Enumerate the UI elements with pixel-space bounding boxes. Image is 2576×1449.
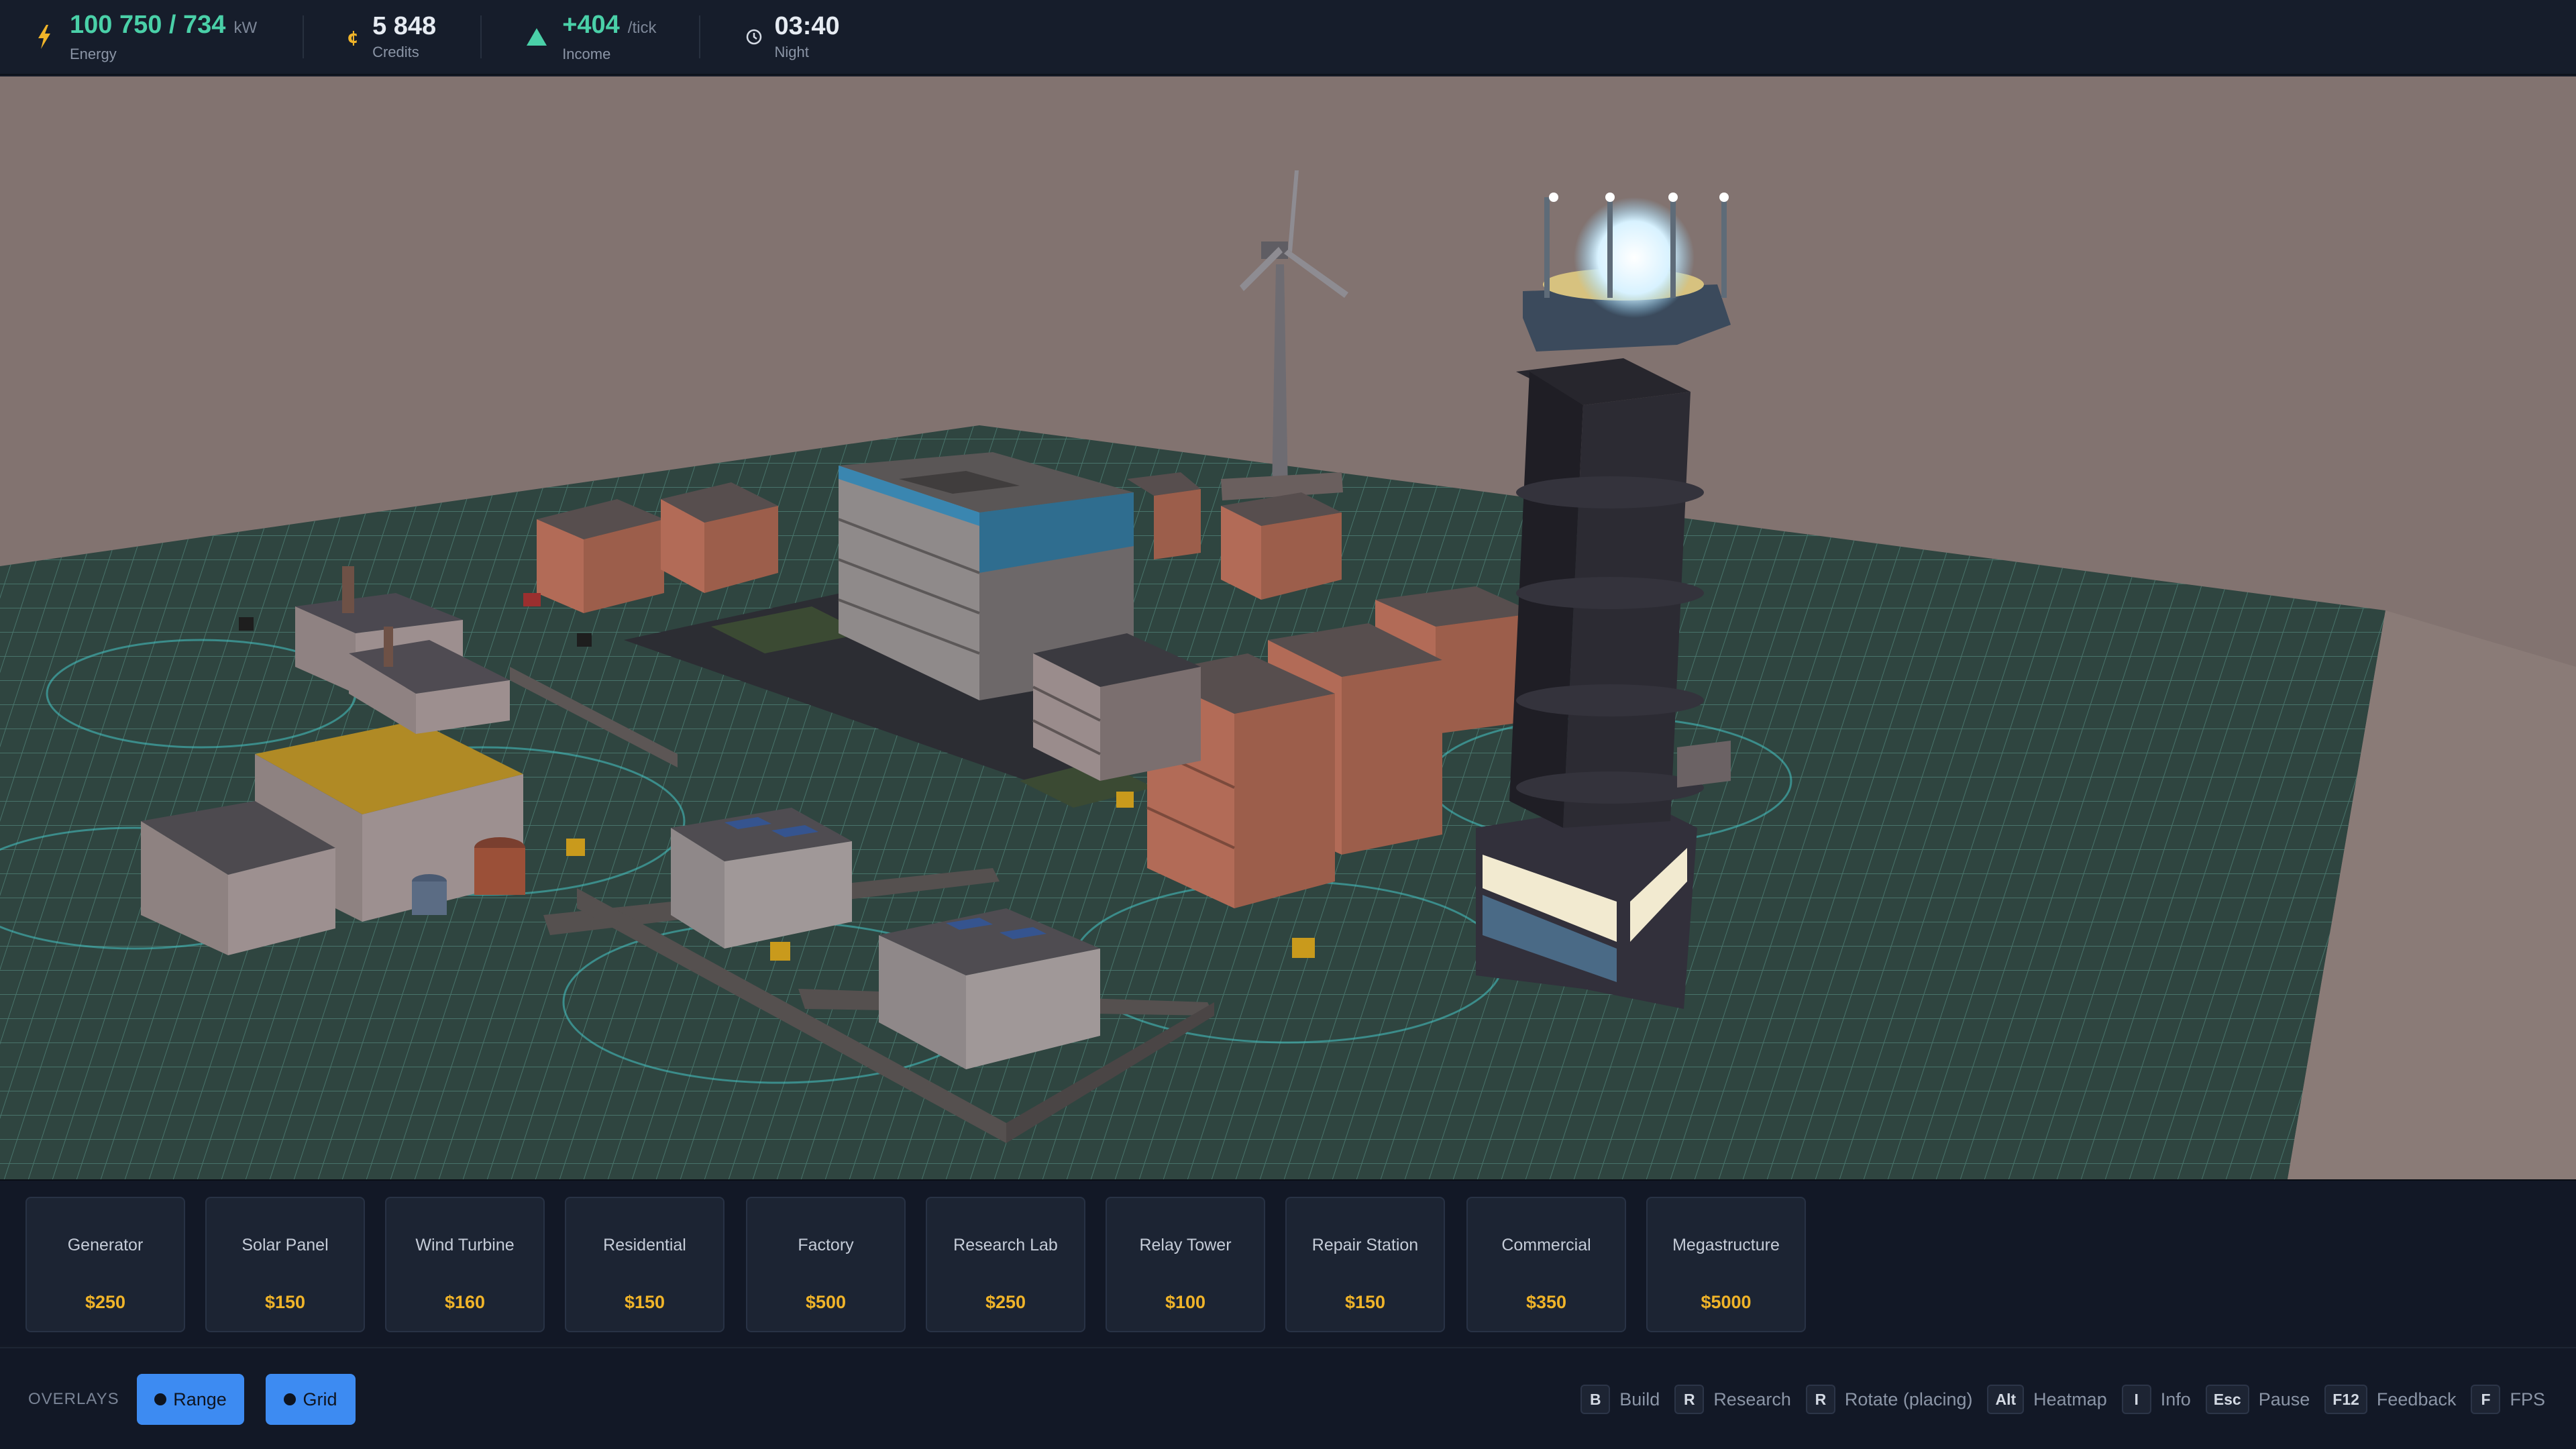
build-card-price: $350 <box>1525 1292 1567 1312</box>
hud-divider <box>303 15 305 58</box>
shortcut-label: Heatmap <box>2033 1389 2107 1409</box>
wind-turbine[interactable] <box>1221 170 1348 500</box>
build-card-price: $150 <box>264 1292 306 1312</box>
build-card-residential[interactable]: Residential $150 <box>565 1197 724 1332</box>
energy-unit: kW <box>233 18 258 37</box>
build-card-factory[interactable]: Factory $500 <box>746 1197 906 1332</box>
income-value: +404 <box>562 10 620 39</box>
shortcut-label: Feedback <box>2376 1389 2457 1409</box>
income-unit: /tick <box>627 18 657 37</box>
build-card-name: Relay Tower <box>1139 1236 1232 1254</box>
time-value: 03:40 <box>774 12 840 40</box>
shortcut-key: Alt <box>1987 1385 2025 1414</box>
residential-block[interactable] <box>661 482 778 593</box>
solar-panel-station[interactable] <box>671 808 852 949</box>
hud-divider <box>699 15 701 58</box>
energy-stat: 100 750 / 734 kW Energy <box>31 0 257 74</box>
build-card-name: Wind Turbine <box>415 1236 515 1254</box>
shortcut-key: R <box>1805 1385 1835 1414</box>
residential-block[interactable] <box>537 499 664 613</box>
credits-value: 5 848 <box>372 12 437 40</box>
resource-hud: 100 750 / 734 kW Energy ¢ 5 848 Credits +… <box>0 0 2576 75</box>
build-card-price: $500 <box>805 1292 847 1312</box>
build-menu: Generator $250 Solar Panel $150 Wind Tur… <box>0 1179 2576 1346</box>
coin-icon: ¢ <box>339 23 366 50</box>
shortcut-key: B <box>1580 1385 1611 1414</box>
shortcut-label: Build <box>1619 1389 1660 1409</box>
range-overlay-toggle[interactable]: Range <box>137 1374 244 1425</box>
shortcut-label: FPS <box>2510 1389 2545 1409</box>
time-label: Night <box>774 44 809 60</box>
up-triangle-icon <box>523 23 550 50</box>
credits-stat: ¢ 5 848 Credits <box>339 0 436 74</box>
build-card-name: Solar Panel <box>241 1236 329 1254</box>
build-card-price: $100 <box>1165 1292 1206 1312</box>
game-viewport[interactable] <box>0 76 2576 1179</box>
shortcut-key: I <box>2121 1385 2151 1414</box>
city-scene[interactable] <box>0 76 2576 1179</box>
toggle-dot-icon <box>154 1393 167 1405</box>
credits-label: Credits <box>372 44 419 60</box>
build-card-name: Research Lab <box>953 1236 1058 1254</box>
income-stat: +404/tick Income <box>523 0 656 74</box>
build-card-price: $150 <box>624 1292 665 1312</box>
build-card-name: Commercial <box>1501 1236 1591 1254</box>
shortcut-key: R <box>1674 1385 1705 1414</box>
build-card-relay-tower[interactable]: Relay Tower $100 <box>1106 1197 1265 1332</box>
grid-overlay-toggle[interactable]: Grid <box>266 1374 356 1425</box>
grid-toggle-label: Grid <box>303 1389 337 1409</box>
income-label: Income <box>562 45 611 62</box>
build-card-solar-panel[interactable]: Solar Panel $150 <box>205 1197 365 1332</box>
residential-block[interactable] <box>1221 492 1342 600</box>
shortcut-label: Research <box>1713 1389 1791 1409</box>
build-card-name: Megastructure <box>1672 1236 1780 1254</box>
build-card-megastructure[interactable]: Megastructure $5000 <box>1646 1197 1806 1332</box>
build-card-name: Factory <box>798 1236 854 1254</box>
overlays-label: OVERLAYS <box>28 1390 119 1408</box>
energy-value: 100 750 / 734 <box>70 10 226 39</box>
build-card-commercial[interactable]: Commercial $350 <box>1466 1197 1626 1332</box>
shortcut-key: F12 <box>2324 1385 2367 1414</box>
build-card-generator[interactable]: Generator $250 <box>25 1197 185 1332</box>
build-card-price: $160 <box>444 1292 486 1312</box>
bottom-bar: OVERLAYS Range Grid B Build R Research R… <box>0 1347 2576 1449</box>
shortcut-label: Info <box>2160 1389 2191 1409</box>
build-card-repair-station[interactable]: Repair Station $150 <box>1285 1197 1445 1332</box>
time-stat: 03:40 Night <box>741 0 840 74</box>
commercial-block[interactable] <box>1032 633 1201 781</box>
shortcut-label: Pause <box>2258 1389 2310 1409</box>
shortcut-label: Rotate (placing) <box>1844 1389 1973 1409</box>
build-card-wind-turbine[interactable]: Wind Turbine $160 <box>385 1197 545 1332</box>
build-card-price: $250 <box>985 1292 1026 1312</box>
lightning-icon <box>31 23 58 50</box>
build-card-price: $150 <box>1344 1292 1386 1312</box>
build-card-name: Generator <box>67 1236 144 1254</box>
range-toggle-label: Range <box>173 1389 227 1409</box>
toggle-dot-icon <box>284 1393 297 1405</box>
energy-label: Energy <box>70 45 117 62</box>
build-card-research-lab[interactable]: Research Lab $250 <box>926 1197 1085 1332</box>
shortcut-key: Esc <box>2205 1385 2249 1414</box>
clock-icon <box>741 23 767 50</box>
shortcut-key: F <box>2471 1385 2501 1414</box>
hud-divider <box>480 15 482 58</box>
build-card-price: $250 <box>85 1292 126 1312</box>
build-card-name: Repair Station <box>1311 1236 1419 1254</box>
keyboard-shortcuts: B Build R Research R Rotate (placing) Al… <box>1580 1383 2545 1415</box>
svg-text:¢: ¢ <box>347 28 359 47</box>
commercial-block[interactable] <box>1677 741 1731 788</box>
build-card-price: $5000 <box>1701 1292 1752 1312</box>
build-card-name: Residential <box>603 1236 686 1254</box>
